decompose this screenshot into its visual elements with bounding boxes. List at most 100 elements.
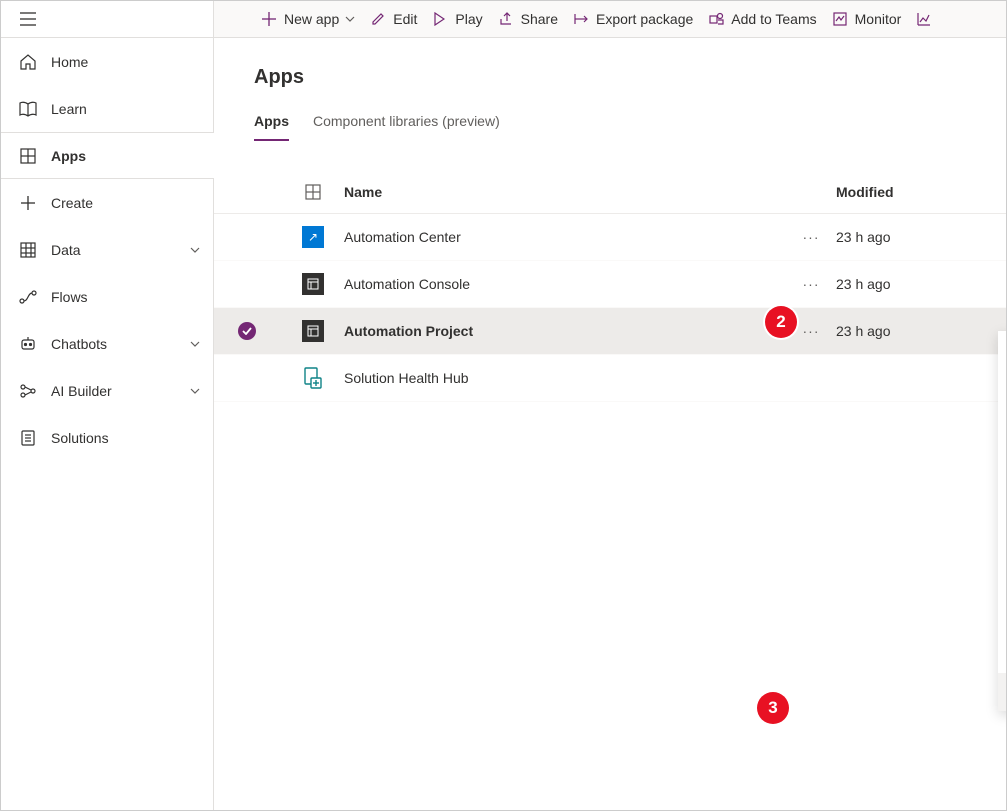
menu-item-delete[interactable]: Delete xyxy=(998,635,1006,673)
header-modified[interactable]: Modified xyxy=(836,184,1006,200)
content: Apps Apps Component libraries (preview) … xyxy=(214,38,1006,810)
modified-text: 23 h ago xyxy=(836,229,1006,245)
toolbar: New app Edit Play Share Export package xyxy=(214,1,1006,38)
edit-button[interactable]: Edit xyxy=(363,1,425,37)
sidebar-item-ai-builder[interactable]: AI Builder xyxy=(1,367,213,414)
chevron-down-icon xyxy=(189,340,201,348)
sidebar-label: Home xyxy=(51,54,201,70)
annotation-badge-2: 2 xyxy=(765,306,797,338)
sidebar-item-flows[interactable]: Flows xyxy=(1,273,213,320)
app-icon-model xyxy=(302,273,324,295)
table-row[interactable]: Automation Project ··· 23 h ago xyxy=(214,308,1006,355)
app-icon-canvas: ↗ xyxy=(302,226,324,248)
sidebar-label: Apps xyxy=(51,148,202,164)
toolbar-label: New app xyxy=(284,11,339,27)
chart-icon xyxy=(917,11,933,27)
toolbar-label: Add to Teams xyxy=(731,11,816,27)
sidebar-item-learn[interactable]: Learn xyxy=(1,85,213,132)
export-icon xyxy=(574,11,590,27)
more-button[interactable]: ··· xyxy=(799,272,824,296)
sidebar-label: AI Builder xyxy=(51,383,189,399)
check-icon[interactable] xyxy=(238,322,256,340)
main: New app Edit Play Share Export package xyxy=(214,1,1006,810)
solutions-icon xyxy=(19,429,37,447)
grid-icon xyxy=(19,241,37,259)
sidebar-item-home[interactable]: Home xyxy=(1,38,213,85)
teams-icon xyxy=(709,11,725,27)
sidebar-item-chatbots[interactable]: Chatbots xyxy=(1,320,213,367)
book-icon xyxy=(19,100,37,118)
sidebar-item-solutions[interactable]: Solutions xyxy=(1,414,213,461)
sidebar-item-create[interactable]: Create xyxy=(1,179,213,226)
menu-item-teams[interactable]: Add to Teams xyxy=(998,483,1006,521)
toolbar-label: Share xyxy=(521,11,558,27)
home-icon xyxy=(19,53,37,71)
hamburger-menu[interactable] xyxy=(1,1,213,38)
new-app-button[interactable]: New app xyxy=(254,1,363,37)
toolbar-label: Monitor xyxy=(855,11,902,27)
health-icon xyxy=(303,367,323,389)
pencil-icon xyxy=(371,11,387,27)
sidebar: Home Learn Apps Create Data xyxy=(1,1,214,810)
menu-item-monitor[interactable]: Monitor xyxy=(998,521,1006,559)
sidebar-label: Solutions xyxy=(51,430,201,446)
sidebar-label: Learn xyxy=(51,101,201,117)
app-name: Automation Console xyxy=(344,276,786,292)
tabs: Apps Component libraries (preview) xyxy=(254,113,1006,142)
play-icon xyxy=(433,11,449,27)
modified-text: 23 h ago xyxy=(836,323,1006,339)
menu-item-play[interactable]: Play xyxy=(998,369,1006,407)
analytics-button-partial[interactable] xyxy=(909,1,947,37)
modified-text: 23 h ago xyxy=(836,276,1006,292)
page-title: Apps xyxy=(254,66,1006,89)
plus-icon xyxy=(262,11,278,27)
apps-table: Name Modified ↗ Automation Center ··· 23… xyxy=(214,170,1006,402)
share-icon xyxy=(499,11,515,27)
table-row[interactable]: ↗ Automation Center ··· 23 h ago xyxy=(214,214,1006,261)
menu-item-analytics[interactable]: Analytics (preview) xyxy=(998,559,1006,597)
menu-item-details[interactable]: Details xyxy=(998,673,1006,711)
tab-apps[interactable]: Apps xyxy=(254,113,289,141)
table-header: Name Modified xyxy=(214,170,1006,214)
annotation-badge-3: 3 xyxy=(757,692,789,724)
export-button[interactable]: Export package xyxy=(566,1,701,37)
menu-item-share[interactable]: Share xyxy=(998,407,1006,445)
chevron-down-icon xyxy=(345,16,355,23)
teams-button[interactable]: Add to Teams xyxy=(701,1,824,37)
sidebar-label: Create xyxy=(51,195,201,211)
header-name[interactable]: Name xyxy=(344,184,786,200)
toolbar-label: Play xyxy=(455,11,482,27)
monitor-icon xyxy=(833,11,849,27)
plus-icon xyxy=(19,194,37,212)
hamburger-icon xyxy=(19,10,37,28)
app-name: Solution Health Hub xyxy=(344,370,786,386)
play-button[interactable]: Play xyxy=(425,1,490,37)
monitor-button[interactable]: Monitor xyxy=(825,1,910,37)
menu-item-export[interactable]: Export package xyxy=(998,445,1006,483)
ai-icon xyxy=(19,382,37,400)
sidebar-label: Data xyxy=(51,242,189,258)
apps-icon xyxy=(19,147,37,165)
sidebar-label: Chatbots xyxy=(51,336,189,352)
more-button[interactable]: ··· xyxy=(799,225,824,249)
context-menu: Edit Play Share Export package Add to Te… xyxy=(998,331,1006,711)
sidebar-label: Flows xyxy=(51,289,201,305)
sidebar-item-apps[interactable]: Apps xyxy=(1,132,214,179)
flow-icon xyxy=(19,288,37,306)
menu-item-edit[interactable]: Edit xyxy=(998,331,1006,369)
app-name: Automation Project xyxy=(344,323,786,339)
table-row[interactable]: Automation Console ··· 23 h ago xyxy=(214,261,1006,308)
menu-item-settings[interactable]: Settings xyxy=(998,597,1006,635)
sidebar-item-data[interactable]: Data xyxy=(1,226,213,273)
tab-component-libraries[interactable]: Component libraries (preview) xyxy=(313,113,500,141)
more-button[interactable]: ··· xyxy=(799,319,824,343)
chevron-down-icon xyxy=(189,246,201,254)
chevron-down-icon xyxy=(189,387,201,395)
bot-icon xyxy=(19,335,37,353)
table-row[interactable]: Solution Health Hub xyxy=(214,355,1006,402)
app-icon-model xyxy=(302,320,324,342)
toolbar-label: Export package xyxy=(596,11,693,27)
toolbar-label: Edit xyxy=(393,11,417,27)
apps-icon xyxy=(282,184,344,200)
share-button[interactable]: Share xyxy=(491,1,566,37)
